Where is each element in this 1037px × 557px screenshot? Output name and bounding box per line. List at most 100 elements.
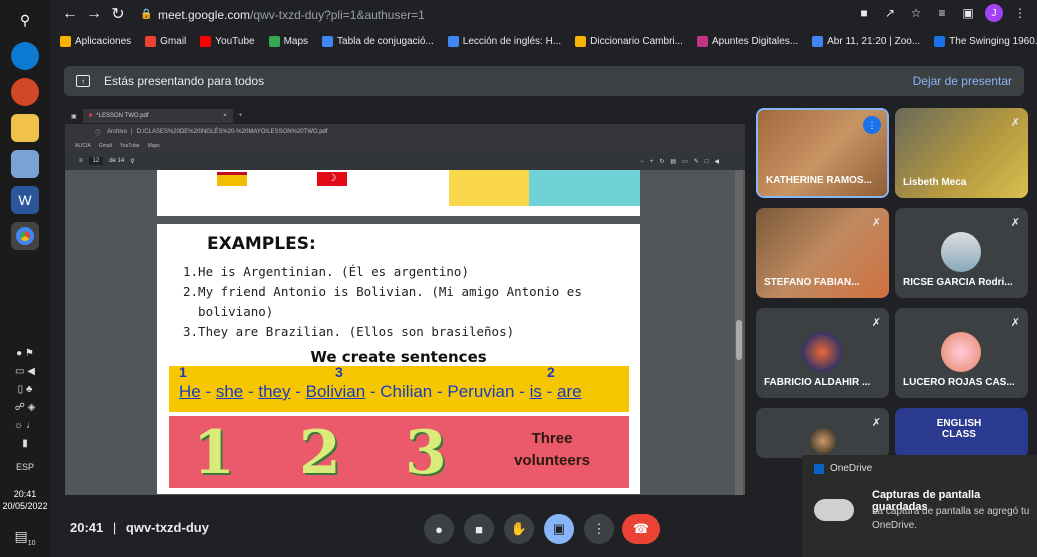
pdf-search-icon: ⚲ [130, 158, 135, 165]
shared-url-label: Archivo [107, 129, 128, 135]
bookmark-star-icon[interactable]: ☆ [907, 4, 925, 22]
leave-call-button[interactable]: ☎ [622, 514, 660, 544]
bookmark-favicon-icon [575, 35, 587, 47]
mic-off-icon: ✗ [1010, 317, 1020, 329]
more-options-button[interactable]: ⋮ [584, 514, 614, 544]
more-vert-icon: ⋮ [592, 521, 606, 536]
toast-body: La captura de pantalla se agregó tu OneD… [872, 506, 1030, 531]
word-icon[interactable]: W [11, 186, 39, 214]
participant-tile[interactable]: ✗ LUCERO ROJAS CAS... [895, 308, 1028, 398]
browser-actions: ■ ↗ ☆ ≡ ▣ J ⋮ [855, 4, 1029, 22]
shared-tab-title: *LESSON TWO.pdf [96, 113, 149, 119]
tray-battery-icon[interactable]: ▯ ♣ [0, 384, 50, 395]
edge-icon[interactable] [11, 42, 39, 70]
address-bar[interactable]: 🔒 meet.google.com/qwv-txzd-duy?pli=1&aut… [140, 4, 840, 26]
shared-bookmark-item: ALICIA [75, 143, 91, 149]
forward-icon[interactable]: → [84, 4, 104, 24]
chrome-icon[interactable] [11, 222, 39, 250]
pdf-icon: ■ [88, 113, 93, 119]
participant-tile[interactable]: ✗ RICSE GARCIA Rodri... [895, 208, 1028, 298]
volunteers-band: 1 2 3 Three volunteers [169, 416, 629, 488]
tray-monitor-icon[interactable]: ▭ ◀ [0, 366, 50, 377]
bookmark-item[interactable]: Abr 11, 21:20 | Zoo... [812, 35, 921, 47]
participant-tile[interactable]: ✗ FABRICIO ALDAHIR ... [756, 308, 889, 398]
menu-kebab-icon[interactable]: ⋮ [1011, 4, 1029, 22]
bookmark-item[interactable]: The Swinging 1960... [934, 35, 1037, 47]
mic-off-icon: ✗ [871, 317, 881, 329]
participant-tile[interactable]: ENGLISH CLASS [895, 408, 1028, 458]
shared-tab-close-icon: × [223, 113, 227, 119]
onedrive-notification[interactable]: OneDrive Capturas de pantalla guardadas … [802, 455, 1037, 557]
present-icon: ▣ [552, 521, 566, 536]
participant-name: Lisbeth Meca [903, 177, 967, 188]
back-icon[interactable]: ← [60, 4, 80, 24]
example-line-2: 2.My friend Antonio is Bolivian. (Mi ami… [183, 284, 582, 299]
reading-list-icon[interactable]: ≡ [933, 4, 951, 22]
powerpoint-icon[interactable] [11, 78, 39, 106]
sidepanel-icon[interactable]: ▣ [959, 4, 977, 22]
pdf-page-previous: ☽ [157, 170, 640, 216]
bookmark-label: The Swinging 1960... [949, 35, 1037, 47]
mic-off-icon: ✗ [871, 417, 881, 429]
pdf-page-total: de 14 [109, 158, 125, 164]
profile-avatar[interactable]: J [985, 4, 1003, 22]
share-icon[interactable]: ↗ [881, 4, 899, 22]
search-icon[interactable]: ⚲ [11, 6, 39, 34]
dash-6: - [514, 382, 530, 401]
shared-info-icon: ⓘ [95, 130, 102, 137]
tray-icons[interactable]: ● ⚑ [0, 348, 50, 359]
windows-taskbar: ⚲ W ● ⚑ ▭ ◀ ▯ ♣ ☍ ◈ ☼ ♩ ▮ ESP 20:41 20/0… [0, 0, 50, 557]
file-explorer-icon[interactable] [11, 114, 39, 142]
pdf-page-current: 12 [88, 157, 104, 165]
bookmark-favicon-icon [696, 35, 708, 47]
notification-center-icon[interactable]: ▤10 [0, 528, 50, 547]
participant-tile[interactable]: ✗ STEFANO FABIAN... [756, 208, 889, 298]
tray-network-icon[interactable]: ☍ ◈ [0, 402, 50, 413]
shared-new-tab-icon: + [238, 113, 243, 119]
bookmark-item[interactable]: Gmail [145, 35, 186, 47]
bookmark-item[interactable]: Tabla de conjugació... [322, 35, 434, 47]
raise-hand-button[interactable]: ✋ [504, 514, 534, 544]
pdf-toolbar: ≡ 12 de 14 ⚲ −+↻▤▭✎□◀ [65, 152, 745, 170]
participant-tile[interactable]: ✗ [756, 408, 889, 458]
dash-3: - [290, 382, 306, 401]
notification-count: 10 [27, 539, 36, 547]
bookmark-favicon-icon [200, 35, 212, 47]
meeting-separator: | [112, 520, 117, 535]
reload-icon[interactable]: ↻ [108, 4, 128, 24]
pdf-scroll-thumb[interactable] [736, 320, 742, 360]
present-button[interactable]: ▣ [544, 514, 574, 544]
example-line-3: boliviano) [183, 304, 274, 319]
tray-volume-icon[interactable]: ☼ ♩ [0, 420, 50, 431]
bookmark-favicon-icon [812, 35, 824, 47]
bookmark-label: Abr 11, 21:20 | Zoo... [827, 35, 921, 47]
system-date: 20/05/2022 [2, 501, 48, 511]
three-volunteers-line-2: volunteers [514, 452, 590, 469]
participant-name: STEFANO FABIAN... [764, 277, 860, 288]
shared-pdf-tab: ■ *LESSON TWO.pdf × [82, 109, 233, 123]
camera-indicator-icon[interactable]: ■ [855, 4, 873, 22]
system-time: 20:41 [13, 489, 37, 499]
paint-icon[interactable] [11, 150, 39, 178]
bookmark-item[interactable]: Maps [268, 35, 308, 47]
system-clock[interactable]: 20:41 20/05/2022 [0, 488, 50, 512]
stop-presenting-button[interactable]: Dejar de presentar [913, 74, 1012, 88]
camera-icon: ■ [475, 521, 483, 537]
tray-usb-icon[interactable]: ▮ [0, 438, 50, 449]
bookmark-item[interactable]: Aplicaciones [60, 35, 131, 47]
mic-button[interactable]: ● [424, 514, 454, 544]
shared-bookmark-item: YouTube [119, 143, 140, 149]
word-bolivian: Bolivian [305, 382, 366, 401]
bookmark-item[interactable]: Lección de inglés: H... [447, 35, 561, 47]
mic-off-icon: ✗ [1010, 217, 1020, 229]
turkey-flag: ☽ [317, 172, 347, 186]
participant-tile[interactable]: ✗ Lisbeth Meca [895, 108, 1028, 198]
example-line-4: 3.They are Brazilian. (Ellos son brasile… [183, 324, 515, 339]
bookmark-item[interactable]: YouTube [200, 35, 255, 47]
language-indicator[interactable]: ESP [0, 462, 50, 472]
hangup-icon: ☎ [632, 521, 650, 536]
bookmark-item[interactable]: Apuntes Digitales... [696, 35, 798, 47]
participant-tile[interactable]: ⋮ KATHERINE RAMOS... [756, 108, 889, 198]
camera-button[interactable]: ■ [464, 514, 494, 544]
bookmark-item[interactable]: Diccionario Cambri... [575, 35, 683, 47]
